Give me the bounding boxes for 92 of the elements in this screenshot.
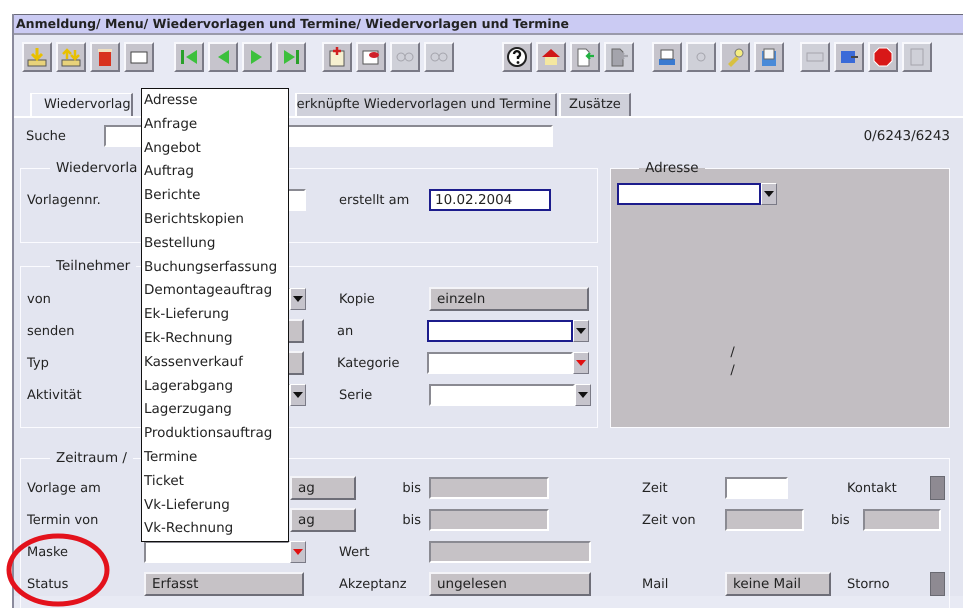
field-label: Typ [27, 356, 50, 370]
field-label: Status [27, 576, 70, 592]
dropdown-option[interactable]: Lagerzugang [142, 398, 288, 422]
combo-field[interactable] [427, 320, 573, 342]
dropdown-button[interactable] [573, 320, 589, 342]
dropdown-arrow-icon [576, 360, 586, 366]
upload-icon [60, 46, 82, 68]
status-button[interactable]: Erfasst [144, 572, 304, 596]
dropdown-arrow-icon [578, 392, 588, 398]
field-label: senden [27, 324, 76, 338]
dropdown-option[interactable]: Vk-Lieferung [142, 494, 288, 518]
field-label: Zeit von [641, 512, 697, 528]
dropdown-option[interactable]: Termine [142, 446, 288, 470]
window-title: Anmeldung/ Menu/ Wiedervorlagen und Termine/ Wiedervorlagen und Termine [14, 14, 963, 35]
mail-button[interactable]: keine Mail [725, 572, 831, 596]
date-field[interactable]: 10.02.2004 [429, 189, 551, 211]
toolbar-button[interactable] [22, 42, 52, 72]
dropdown-option[interactable]: Berichte [142, 184, 288, 208]
date-button[interactable]: ag [290, 508, 356, 532]
combo-field[interactable] [144, 541, 290, 563]
dropdown-option[interactable]: Ek-Lieferung [142, 303, 288, 327]
dropdown-arrow-icon [764, 191, 774, 197]
combo-field[interactable] [617, 183, 762, 205]
field-label: Maske [27, 544, 70, 560]
value-button[interactable]: einzeln [429, 287, 589, 311]
field-label: bis [401, 480, 422, 496]
record-counter: 0/6243/6243 [864, 128, 950, 144]
dropdown-option[interactable]: Buchungserfassung [142, 256, 288, 280]
toolbar-button[interactable] [56, 42, 86, 72]
tab[interactable]: Wiedervorlag [30, 93, 133, 116]
combo-field[interactable] [427, 352, 573, 374]
field-label: von [27, 292, 52, 306]
dropdown-option[interactable]: Anfrage [142, 112, 288, 137]
toolbar-button[interactable] [322, 42, 352, 72]
dropdown-option[interactable]: Demontageauftrag [142, 279, 288, 304]
combo-field[interactable] [429, 384, 575, 406]
download-icon [26, 46, 48, 68]
field-label: Suche [25, 128, 67, 144]
acceptance-button[interactable]: ungelesen [429, 572, 591, 596]
dropdown-arrow-icon [576, 328, 586, 334]
address-line: / [729, 344, 736, 362]
tab[interactable]: erknüpfte Wiedervorlagen und Termine [294, 93, 557, 116]
field-label: Vorlage am [27, 480, 102, 496]
group-title: Teilnehmer [55, 258, 132, 274]
field-label: Serie [338, 388, 374, 402]
dropdown-option[interactable]: Auftrag [142, 160, 288, 184]
field-label: Aktivität [27, 388, 83, 402]
field-label: an [336, 324, 354, 338]
dropdown-option[interactable]: Berichtskopien [142, 208, 288, 232]
field-label: Zeit [641, 480, 669, 496]
dropdown-option[interactable]: Kassenverkauf [142, 350, 288, 375]
help-icon [506, 46, 528, 68]
dropdown-option[interactable]: Produktionsauftrag [142, 422, 288, 446]
field-label: Akzeptanz [338, 576, 408, 592]
field-label: Kopie [338, 292, 376, 306]
tab[interactable]: Zusätze [558, 93, 631, 116]
toolbar-button[interactable] [356, 42, 386, 72]
dropdown-option[interactable]: Bestellung [142, 232, 288, 256]
field-label: erstellt am [338, 192, 410, 208]
dropdown-button[interactable] [575, 384, 591, 406]
toolbar-button[interactable] [502, 42, 532, 72]
dropdown-arrow-icon [293, 296, 303, 302]
stop-icon [872, 46, 894, 68]
field-label: bis [401, 512, 422, 528]
dropdown-button[interactable] [761, 183, 778, 205]
group-title: Zeitraum / [55, 450, 128, 466]
dropdown-option[interactable]: Angebot [142, 136, 288, 160]
field-label: Termin von [27, 512, 100, 528]
toolbar-button[interactable] [124, 42, 154, 72]
dropdown-button[interactable] [290, 384, 306, 406]
dropdown-button[interactable] [290, 288, 306, 310]
date-button[interactable]: ag [290, 476, 356, 500]
group-title: Wiedervorla [55, 160, 138, 176]
field-label: Mail [641, 576, 670, 592]
dropdown-option[interactable]: Ticket [142, 470, 288, 494]
field-label: Vorlagennr. [27, 192, 102, 208]
dropdown-arrow-icon [293, 549, 303, 555]
house-icon [540, 46, 562, 68]
field-label: Wert [338, 544, 371, 560]
group-title: Adresse [644, 160, 700, 176]
toolbar-button[interactable] [652, 42, 682, 72]
dropdown-option[interactable]: Adresse [142, 89, 288, 113]
address-line: / [729, 362, 736, 380]
field-label: Storno [846, 576, 891, 592]
field-label: Kontakt [846, 480, 898, 496]
dropdown-option[interactable]: Ek-Rechnung [142, 326, 288, 351]
dropdown-arrow-icon [293, 392, 303, 398]
field-label: Kategorie [336, 356, 401, 370]
dropdown-option[interactable]: Vk-Rechnung [142, 517, 288, 542]
dropdown-option[interactable]: Lagerabgang [142, 374, 288, 398]
time-field[interactable] [725, 477, 788, 499]
field-label: bis [830, 512, 851, 528]
